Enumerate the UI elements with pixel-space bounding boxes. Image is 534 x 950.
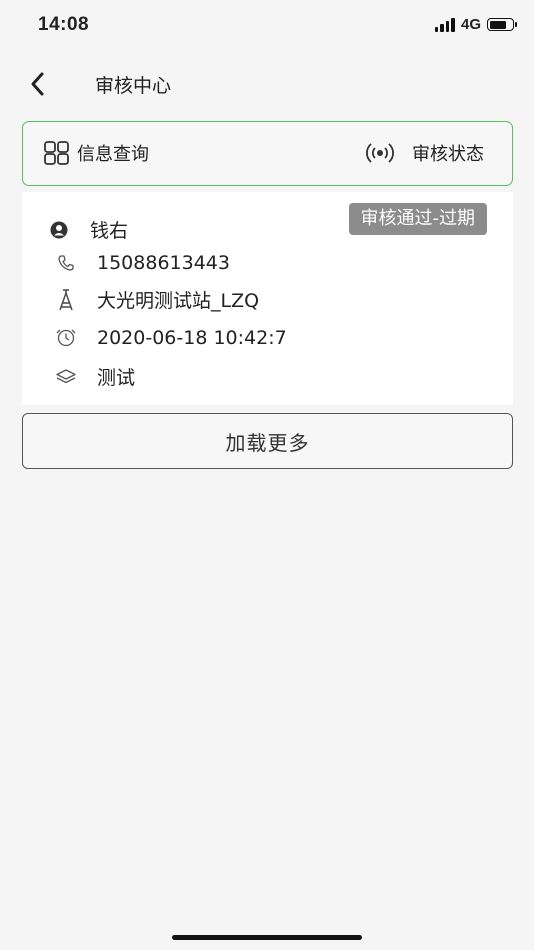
record-phone-row: 15088613443 — [53, 252, 230, 274]
tab-info-query[interactable]: 信息查询 — [43, 122, 149, 184]
status-indicators: 4G — [434, 16, 517, 33]
status-time: 14:08 — [38, 14, 90, 35]
status-bar: 14:08 4G — [0, 0, 534, 54]
page-title: 审核中心 — [95, 75, 172, 97]
layers-icon — [53, 366, 79, 388]
load-more-button[interactable]: 加载更多 — [22, 413, 513, 469]
clock-icon — [53, 327, 79, 349]
record-station-row: 大光明测试站_LZQ — [53, 286, 259, 313]
record-name-row: 钱右 — [46, 216, 128, 243]
network-type: 4G — [460, 16, 481, 33]
grid-icon — [44, 141, 69, 165]
record-name: 钱右 — [90, 220, 129, 242]
record-station: 大光明测试站_LZQ — [97, 290, 260, 312]
record-phone: 15088613443 — [97, 252, 230, 274]
user-icon — [46, 219, 72, 241]
tab-bar: 信息查询 审核状态 — [22, 121, 513, 186]
phone-icon — [53, 252, 79, 274]
back-button[interactable] — [22, 68, 54, 100]
tower-icon — [53, 288, 79, 311]
nav-bar: 审核中心 — [0, 58, 534, 108]
record-category: 测试 — [97, 367, 136, 389]
status-badge: 审核通过-过期 — [348, 203, 487, 235]
tab-review-status-label: 审核状态 — [412, 144, 484, 165]
broadcast-icon — [366, 143, 394, 163]
record-datetime-row: 2020-06-18 10:42:7 — [53, 327, 287, 349]
record-datetime: 2020-06-18 10:42:7 — [97, 327, 287, 349]
battery-icon — [487, 18, 517, 31]
chevron-left-icon — [31, 72, 44, 96]
tab-review-status[interactable]: 审核状态 — [364, 122, 484, 184]
record-card[interactable]: 审核通过-过期 钱右 15088613443 大光明测试站_LZQ 2020-0… — [22, 192, 513, 405]
signal-icon — [434, 17, 455, 32]
tab-info-query-label: 信息查询 — [77, 144, 149, 165]
home-indicator — [172, 935, 362, 940]
record-category-row: 测试 — [53, 363, 135, 390]
battery-level — [489, 20, 506, 29]
